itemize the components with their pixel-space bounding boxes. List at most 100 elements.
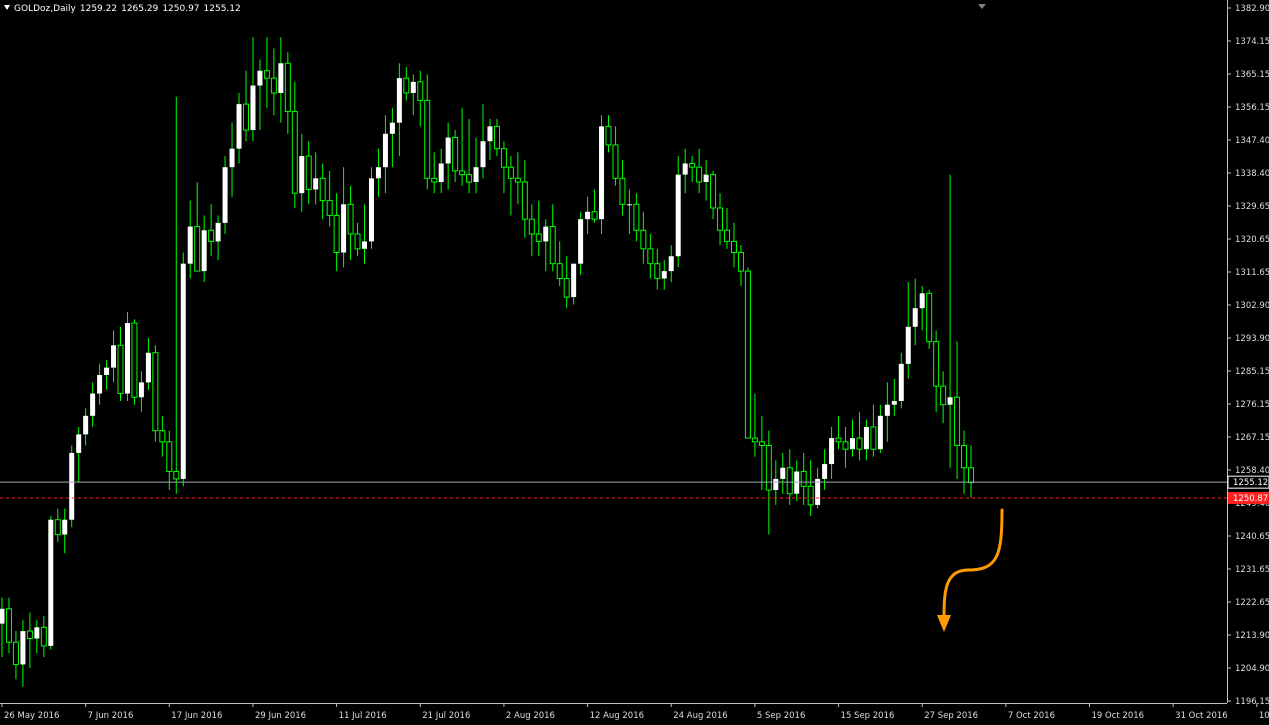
candle-body-up <box>891 400 897 405</box>
candle-body-down <box>270 77 277 94</box>
time-tick-label: 10 Nov 2016 <box>1259 711 1269 721</box>
candle-body-up <box>410 81 416 93</box>
candle-body-up <box>215 222 221 242</box>
candle-body-up <box>877 415 883 450</box>
chart-area: 1382.90 1374.15 1365.15 1356.15 1347.40 1338.… <box>0 0 1269 725</box>
candle-body-down <box>354 233 361 250</box>
candle-body-down <box>856 437 863 450</box>
candle-body-up <box>20 631 26 665</box>
candle-body-up <box>661 271 667 279</box>
down-arrow-curve <box>942 508 1004 620</box>
candle-body-up <box>829 438 835 465</box>
candle-body-up <box>368 178 374 242</box>
current-price-label-box: 1255.12 <box>1227 475 1269 489</box>
price-tick-label: 1285.15 <box>1235 367 1269 377</box>
candle-body-down <box>424 99 431 179</box>
price-tick-label: 1222.65 <box>1235 598 1269 608</box>
candle-body-down <box>12 641 19 665</box>
time-tick-label: 17 Jun 2016 <box>171 711 222 721</box>
candle-body-down <box>758 441 765 447</box>
candle-body-down <box>710 174 717 209</box>
candle-body-up <box>222 167 228 223</box>
candle-body-down <box>961 445 968 469</box>
time-tick-label: 12 Aug 2016 <box>590 711 644 721</box>
price-tick-label: 1347.40 <box>1235 136 1269 146</box>
candle-body-up <box>473 167 479 183</box>
candle-body-down <box>751 437 758 443</box>
time-tick-label: 7 Oct 2016 <box>1008 711 1055 721</box>
candle-body-up <box>780 467 786 479</box>
price-tick-label: 1196.15 <box>1235 697 1269 707</box>
candle-body-down <box>563 278 570 298</box>
candle-body-down <box>159 430 166 443</box>
arrow-down-icon <box>937 615 951 632</box>
price-tick-label: 1374.15 <box>1235 37 1269 47</box>
candle-body-down <box>535 233 542 242</box>
candle-body-down <box>954 396 961 447</box>
time-tick-label: 21 Jul 2016 <box>422 711 470 721</box>
time-tick-label: 29 Jun 2016 <box>255 711 306 721</box>
candle-body-up <box>919 293 925 309</box>
candle-body-up <box>97 375 103 394</box>
chart-header: GOLDoz,Daily 1259.22 1265.29 1250.97 1255.12 <box>4 4 245 14</box>
candle-body-down <box>800 470 807 487</box>
candle-body-up <box>201 230 207 272</box>
candle-body-down <box>647 248 654 265</box>
candle-body-up <box>341 204 347 253</box>
candle-body-down <box>612 144 619 179</box>
candle-body-up <box>104 367 110 376</box>
candle-body-up <box>815 478 821 505</box>
candle-body-down <box>431 177 438 183</box>
candle-body-up <box>48 519 54 646</box>
candle-body-down <box>40 626 47 647</box>
candle-body-down <box>717 207 724 231</box>
candle-body-down <box>319 177 326 202</box>
candle-body-up <box>487 126 493 142</box>
price-tick-label: 1258.40 <box>1235 466 1269 476</box>
low-value: 1250.97 <box>162 4 200 14</box>
candle-body-down <box>263 70 270 79</box>
candle-body-down <box>968 467 974 484</box>
scroll-marker-icon <box>978 4 986 9</box>
time-tick-label: 7 Jun 2016 <box>88 711 134 721</box>
candle-body-up <box>382 133 388 168</box>
price-tick-label: 1293.90 <box>1235 334 1269 344</box>
candle-body-down <box>556 263 563 280</box>
candle-body-up <box>111 345 117 368</box>
candle-body-down <box>305 155 312 190</box>
candle-body-up <box>578 219 584 264</box>
candle-body-up <box>912 308 918 327</box>
candle-body-down <box>521 181 528 220</box>
candle-body-down <box>633 203 640 231</box>
candle-body-down <box>765 445 772 491</box>
level-label-box: 1250.87 <box>1228 491 1269 504</box>
time-tick-label: 31 Oct 2016 <box>1175 711 1228 721</box>
candle-body-up <box>571 263 577 298</box>
candle-body-down <box>605 125 612 146</box>
candle-body-up <box>599 126 605 220</box>
candle-body-up <box>822 464 828 479</box>
candle-body-up <box>389 122 395 134</box>
candle-body-down <box>117 344 124 395</box>
candle-body-up <box>145 352 151 383</box>
candle-body-down <box>528 218 535 235</box>
candle-body-up <box>898 363 904 401</box>
candle-body-down <box>459 170 466 176</box>
candles-group <box>0 37 974 687</box>
candle-body-up <box>187 226 193 264</box>
candle-body-up <box>445 137 451 164</box>
candle-body-up <box>299 156 305 194</box>
candle-body-up <box>585 211 591 220</box>
candle-body-down <box>347 203 354 235</box>
candle-body-down <box>5 608 12 643</box>
time-tick-label: 24 Aug 2016 <box>673 711 727 721</box>
time-tick-label: 2 Aug 2016 <box>506 711 555 721</box>
candle-body-down <box>493 125 500 150</box>
candle-body-up <box>180 263 186 479</box>
candle-body-down <box>166 441 173 472</box>
symbol-dropdown-icon[interactable] <box>4 5 10 10</box>
candle-body-down <box>737 252 744 272</box>
price-tick-label: 1382.90 <box>1235 4 1269 14</box>
price-tick-label: 1329.65 <box>1235 202 1269 212</box>
candle-body-up <box>90 393 96 416</box>
